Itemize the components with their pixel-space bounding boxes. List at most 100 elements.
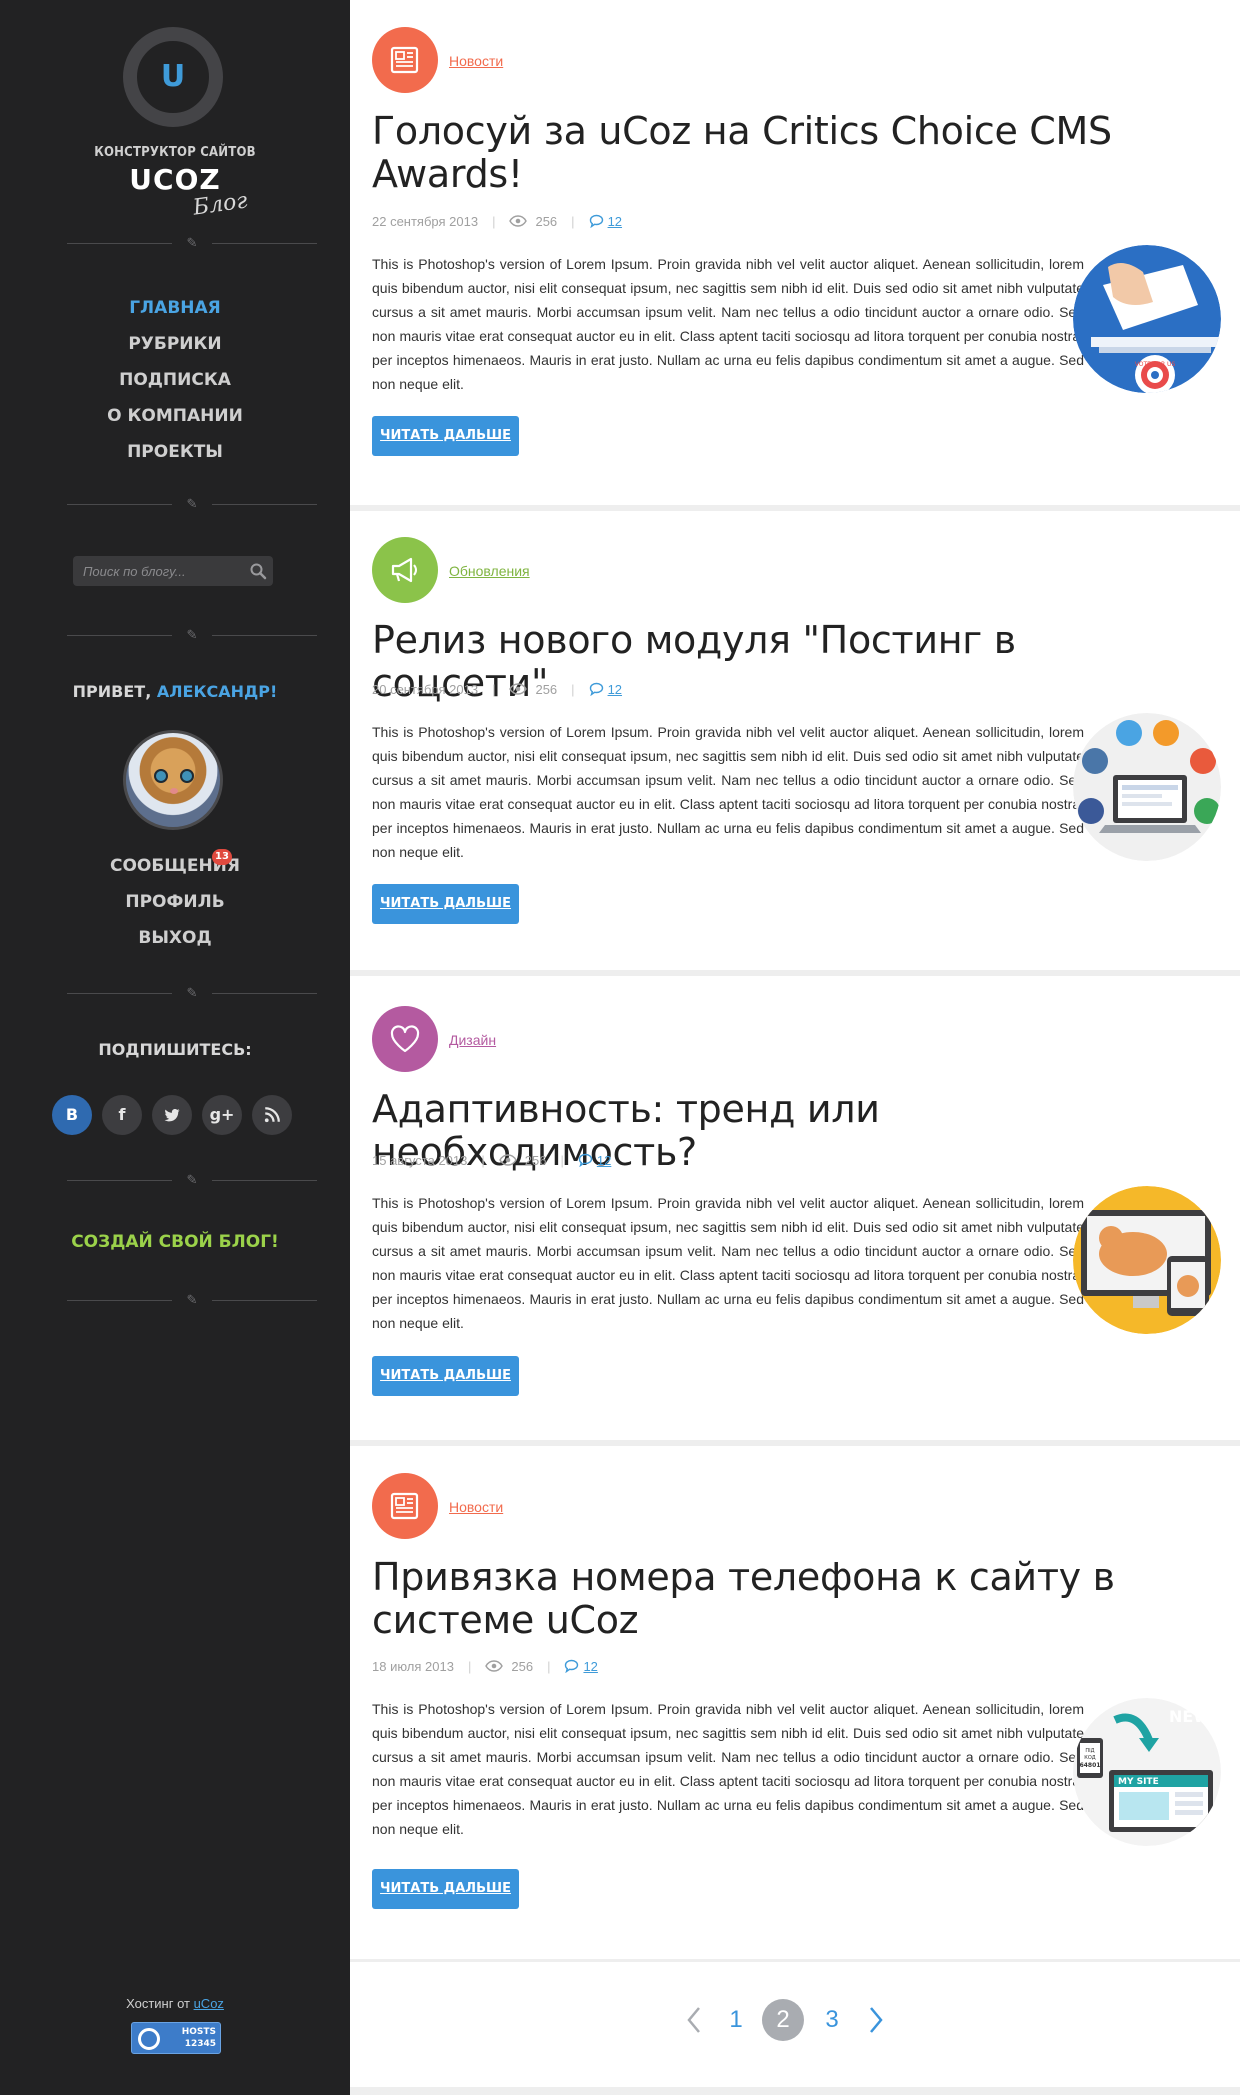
- avatar[interactable]: [123, 730, 223, 830]
- eye-icon: [498, 1154, 517, 1166]
- ucoz-logo[interactable]: U: [123, 27, 223, 127]
- post-thumbnail[interactable]: VOTE FOR US: [1073, 245, 1221, 393]
- category-link[interactable]: Дизайн: [449, 1032, 496, 1048]
- divider: ✎: [67, 628, 317, 642]
- meta-separator: |: [560, 1152, 564, 1168]
- thumb-code-line3: 64801: [1080, 1762, 1101, 1769]
- post-meta: 15 августа 2013 | 256 | 12: [372, 1150, 611, 1170]
- page-link-current[interactable]: 2: [762, 1999, 804, 2041]
- badge-line2: 12345: [184, 2039, 216, 2049]
- rss-icon[interactable]: [252, 1095, 292, 1135]
- eye-icon: [509, 683, 528, 695]
- comment-icon: [565, 1659, 579, 1673]
- category-link[interactable]: Новости: [449, 53, 503, 69]
- ucoz-badge-logo: [138, 2028, 160, 2050]
- pencil-icon: ✎: [186, 985, 198, 1000]
- vote-illustration: VOTE FOR US: [1073, 245, 1221, 393]
- post-card: Дизайн Адаптивность: тренд или необходим…: [350, 976, 1240, 1440]
- pencil-icon: ✎: [186, 1292, 198, 1307]
- eye-icon: [485, 1660, 504, 1672]
- post-excerpt: This is Photoshop's version of Lorem Ips…: [372, 724, 1084, 860]
- post-meta: 20 сентября 2013 | 256 | 12: [372, 679, 622, 699]
- nav-item-about[interactable]: О КОМПАНИИ: [0, 398, 350, 434]
- user-name[interactable]: АЛЕКСАНДР!: [157, 682, 277, 701]
- post-excerpt: This is Photoshop's version of Lorem Ips…: [372, 256, 1084, 392]
- newspaper-icon[interactable]: [372, 1473, 438, 1539]
- adaptive-devices-illustration: [1073, 1186, 1221, 1334]
- post-date: 15 августа 2013: [372, 1152, 468, 1168]
- search-icon[interactable]: [249, 562, 267, 580]
- newspaper-glyph: [390, 46, 419, 74]
- read-more-button[interactable]: ЧИТАТЬ ДАЛЬШЕ: [372, 1356, 519, 1396]
- eye-icon: [509, 215, 528, 227]
- hosting-prefix: Хостинг от: [126, 1996, 194, 2011]
- twitter-bird-glyph: [164, 1108, 180, 1122]
- chevron-right-icon[interactable]: [864, 1998, 888, 2042]
- logo-letter: U: [160, 59, 186, 94]
- read-more-button[interactable]: ЧИТАТЬ ДАЛЬШЕ: [372, 416, 519, 456]
- post-thumbnail[interactable]: [1073, 713, 1221, 861]
- meta-separator: |: [492, 681, 496, 697]
- facebook-icon[interactable]: f: [102, 1095, 142, 1135]
- nav-item-projects[interactable]: ПРОЕКТЫ: [0, 434, 350, 470]
- post-views: 256: [535, 681, 558, 697]
- divider: ✎: [67, 1293, 317, 1307]
- page-link[interactable]: 3: [818, 1998, 846, 2042]
- badge-text: HOSTS 12345: [182, 2026, 216, 2050]
- nav-item-subscription[interactable]: ПОДПИСКА: [0, 362, 350, 398]
- post-thumbnail[interactable]: [1073, 1186, 1221, 1334]
- post-meta: 18 июля 2013 | 256 | 12: [372, 1656, 598, 1676]
- hosting-ucoz-link[interactable]: uCoz: [194, 1996, 224, 2011]
- badge-line1: HOSTS: [181, 2027, 216, 2037]
- pagination: 1 2 3: [350, 1998, 1240, 2042]
- category-link[interactable]: Обновления: [449, 563, 530, 579]
- thumb-code-line2: КОД: [1084, 1755, 1095, 1761]
- twitter-icon[interactable]: [152, 1095, 192, 1135]
- greeting-prefix: ПРИВЕТ,: [72, 682, 157, 701]
- divider: ✎: [67, 986, 317, 1000]
- logo-subtitle: КОНСТРУКТОР САЙТОВ: [94, 145, 256, 160]
- post-comments-link[interactable]: 12: [608, 214, 622, 229]
- main-nav: ГЛАВНАЯ РУБРИКИ ПОДПИСКА О КОМПАНИИ ПРОЕ…: [0, 290, 350, 470]
- meta-separator: |: [492, 213, 496, 229]
- heart-icon[interactable]: [372, 1006, 438, 1072]
- category-link[interactable]: Новости: [449, 1499, 503, 1515]
- post-title[interactable]: Голосуй за uCoz на Critics Choice CMS Aw…: [372, 110, 1132, 196]
- post-thumbnail[interactable]: NEW ПІД КОД 64801 MY SITE: [1073, 1698, 1221, 1846]
- messages-count-badge: 13: [212, 849, 232, 865]
- post-comments-link[interactable]: 12: [583, 1659, 597, 1674]
- read-more-button[interactable]: ЧИТАТЬ ДАЛЬШЕ: [372, 884, 519, 924]
- divider: ✎: [67, 497, 317, 511]
- post-comments-link[interactable]: 12: [597, 1153, 611, 1168]
- nav-item-categories[interactable]: РУБРИКИ: [0, 326, 350, 362]
- meta-separator: |: [571, 213, 575, 229]
- greeting: ПРИВЕТ, АЛЕКСАНДР!: [0, 682, 350, 701]
- post-views: 256: [524, 1152, 547, 1168]
- create-blog-link[interactable]: СОЗДАЙ СВОЙ БЛОГ!: [0, 1232, 350, 1252]
- read-more-button[interactable]: ЧИТАТЬ ДАЛЬШЕ: [372, 1869, 519, 1909]
- vk-icon[interactable]: B: [52, 1095, 92, 1135]
- avatar-eye: [154, 769, 168, 783]
- hosting-counter-badge[interactable]: HOSTS 12345: [131, 2022, 221, 2054]
- nav-item-home[interactable]: ГЛАВНАЯ: [0, 290, 350, 326]
- avatar-nose: [170, 788, 178, 794]
- avatar-eye: [180, 769, 194, 783]
- profile-link[interactable]: ПРОФИЛЬ: [0, 884, 350, 920]
- post-date: 18 июля 2013: [372, 1658, 454, 1674]
- post-excerpt: This is Photoshop's version of Lorem Ips…: [372, 1701, 1084, 1837]
- post-title[interactable]: Привязка номера телефона к сайту в систе…: [372, 1556, 1132, 1642]
- google-plus-icon[interactable]: g+: [202, 1095, 242, 1135]
- pencil-icon: ✎: [186, 1172, 198, 1187]
- megaphone-icon[interactable]: [372, 537, 438, 603]
- search-input[interactable]: [73, 556, 243, 586]
- newspaper-icon[interactable]: [372, 27, 438, 93]
- chevron-left-icon[interactable]: [682, 1998, 706, 2042]
- messages-link[interactable]: СООБЩЕНИЯ 13: [0, 848, 350, 884]
- user-menu: СООБЩЕНИЯ 13 ПРОФИЛЬ ВЫХОД: [0, 848, 350, 956]
- post-comments-link[interactable]: 12: [608, 682, 622, 697]
- page-link[interactable]: 1: [722, 1998, 750, 2042]
- blog-search: [73, 556, 273, 586]
- post-views: 256: [511, 1658, 534, 1674]
- logout-link[interactable]: ВЫХОД: [0, 920, 350, 956]
- pencil-icon: ✎: [186, 496, 198, 511]
